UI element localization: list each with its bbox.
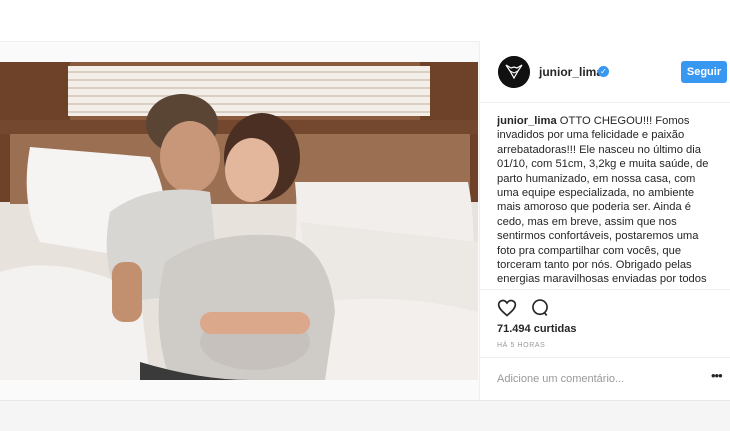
fox-logo-icon — [498, 56, 530, 88]
post-timestamp[interactable]: HÁ 5 HORAS — [497, 342, 545, 349]
post-photo[interactable] — [0, 62, 478, 380]
comment-icon[interactable] — [530, 298, 552, 320]
post-caption: junior_lima OTTO CHEGOU!!! Fomos invadid… — [497, 114, 720, 290]
heart-icon[interactable] — [497, 298, 519, 320]
follow-button[interactable]: Seguir — [681, 61, 727, 83]
page-bottom-background — [0, 400, 730, 431]
caption-text: OTTO CHEGOU!!! Fomos invadidos por uma f… — [497, 115, 709, 290]
post-actions: 71.494 curtidas HÁ 5 HORAS ••• — [480, 289, 730, 400]
username-link[interactable]: junior_lima — [539, 65, 603, 79]
post-header: junior_lima ✓ Seguir — [480, 41, 730, 103]
couple-photo-illustration — [0, 62, 478, 380]
comment-input[interactable] — [497, 371, 687, 387]
more-options-icon[interactable]: ••• — [711, 369, 725, 385]
page-top-background — [0, 0, 730, 26]
caption-username[interactable]: junior_lima — [497, 115, 557, 127]
post-sidebar: junior_lima ✓ Seguir junior_lima OTTO CH… — [479, 41, 730, 400]
verified-badge-icon: ✓ — [598, 66, 609, 77]
avatar[interactable] — [498, 56, 530, 88]
comment-bar: ••• — [480, 357, 730, 400]
likes-count[interactable]: 71.494 curtidas — [497, 323, 577, 335]
